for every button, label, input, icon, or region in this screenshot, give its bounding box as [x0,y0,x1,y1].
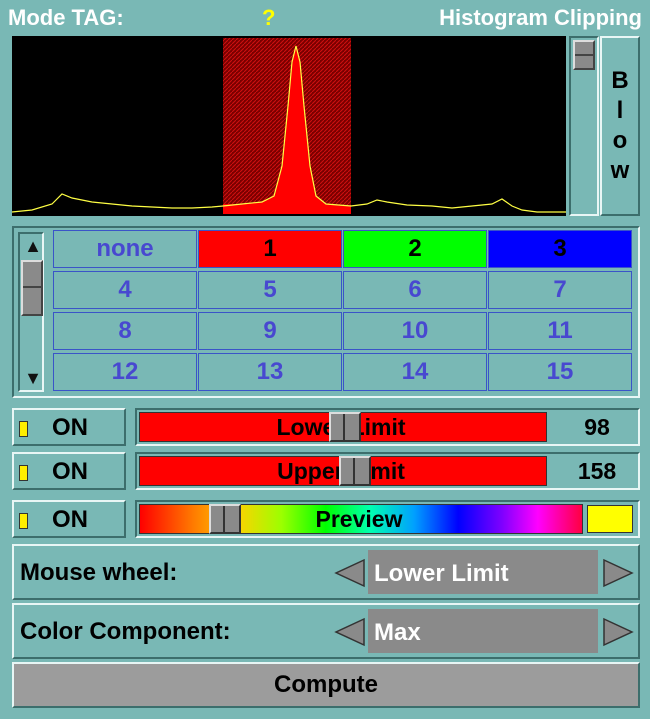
window-title: Histogram Clipping [439,5,642,30]
arrow-right-icon[interactable] [602,617,634,647]
tag-cell-2[interactable]: 2 [343,230,487,268]
histogram-scroll-thumb[interactable] [573,40,595,70]
upper-limit-knob[interactable] [339,456,371,486]
tag-cell-13[interactable]: 13 [198,353,342,391]
arrow-right-icon[interactable] [602,558,634,588]
tag-cell-12[interactable]: 12 [53,353,197,391]
toggle-led-icon [19,465,28,481]
lower-limit-slider[interactable]: Lower Limit 98 [135,408,640,446]
tag-cell-11[interactable]: 11 [488,312,632,350]
tag-cell-15[interactable]: 15 [488,353,632,391]
lower-limit-knob[interactable] [329,412,361,442]
tag-cell-3[interactable]: 3 [488,230,632,268]
histogram-view[interactable] [12,36,566,216]
upper-limit-value: 158 [577,458,617,484]
tag-cell-1[interactable]: 1 [198,230,342,268]
color-component-value: Max [368,609,598,653]
blow-letter: w [610,157,630,184]
title-bar: Mode TAG: ? Histogram Clipping [0,0,650,34]
tag-cell-7[interactable]: 7 [488,271,632,309]
tag-cell-14[interactable]: 14 [343,353,487,391]
arrow-left-icon[interactable] [334,558,366,588]
tag-cell-none[interactable]: none [53,230,197,268]
toggle-label: ON [52,506,88,533]
tag-cell-4[interactable]: 4 [53,271,197,309]
compute-button[interactable]: Compute [12,662,640,708]
scroll-down-icon[interactable]: ▼ [23,368,43,388]
toggle-led-icon [19,421,28,437]
color-component-selector: Color Component: Max [12,603,640,659]
tag-cell-9[interactable]: 9 [198,312,342,350]
scroll-up-icon[interactable]: ▲ [23,236,43,256]
mouse-wheel-selector: Mouse wheel: Lower Limit [12,544,640,600]
mode-tag-value[interactable]: ? [262,5,275,31]
tag-scrollbar[interactable]: ▲ ▼ [18,232,44,392]
tag-cell-10[interactable]: 10 [343,312,487,350]
toggle-led-icon [19,513,28,529]
blow-button[interactable]: B l o w [600,36,640,216]
blow-letter: o [612,127,628,154]
mouse-wheel-value: Lower Limit [368,550,598,594]
histogram-scrollbar[interactable] [569,36,599,216]
arrow-left-icon[interactable] [334,617,366,647]
preview-toggle[interactable]: ON [12,500,126,538]
tag-cell-5[interactable]: 5 [198,271,342,309]
mode-tag-label: Mode TAG: [8,5,124,30]
histogram-plot [12,38,566,214]
toggle-label: ON [52,414,88,441]
preview-knob[interactable] [209,504,241,534]
mouse-wheel-label: Mouse wheel: [20,559,178,586]
upper-limit-slider[interactable]: Upper Limit 158 [135,452,640,490]
preview-color-swatch [587,505,633,533]
tag-cell-6[interactable]: 6 [343,271,487,309]
preview-label: Preview [315,506,403,532]
blow-letter: B [611,67,629,94]
lower-limit-toggle[interactable]: ON [12,408,126,446]
tag-scroll-thumb[interactable] [21,260,43,316]
blow-letter: l [616,97,624,124]
toggle-label: ON [52,458,88,485]
upper-limit-toggle[interactable]: ON [12,452,126,490]
lower-limit-value: 98 [584,414,610,440]
tag-cell-8[interactable]: 8 [53,312,197,350]
preview-slider[interactable]: Preview [135,500,640,538]
color-component-label: Color Component: [20,618,231,645]
